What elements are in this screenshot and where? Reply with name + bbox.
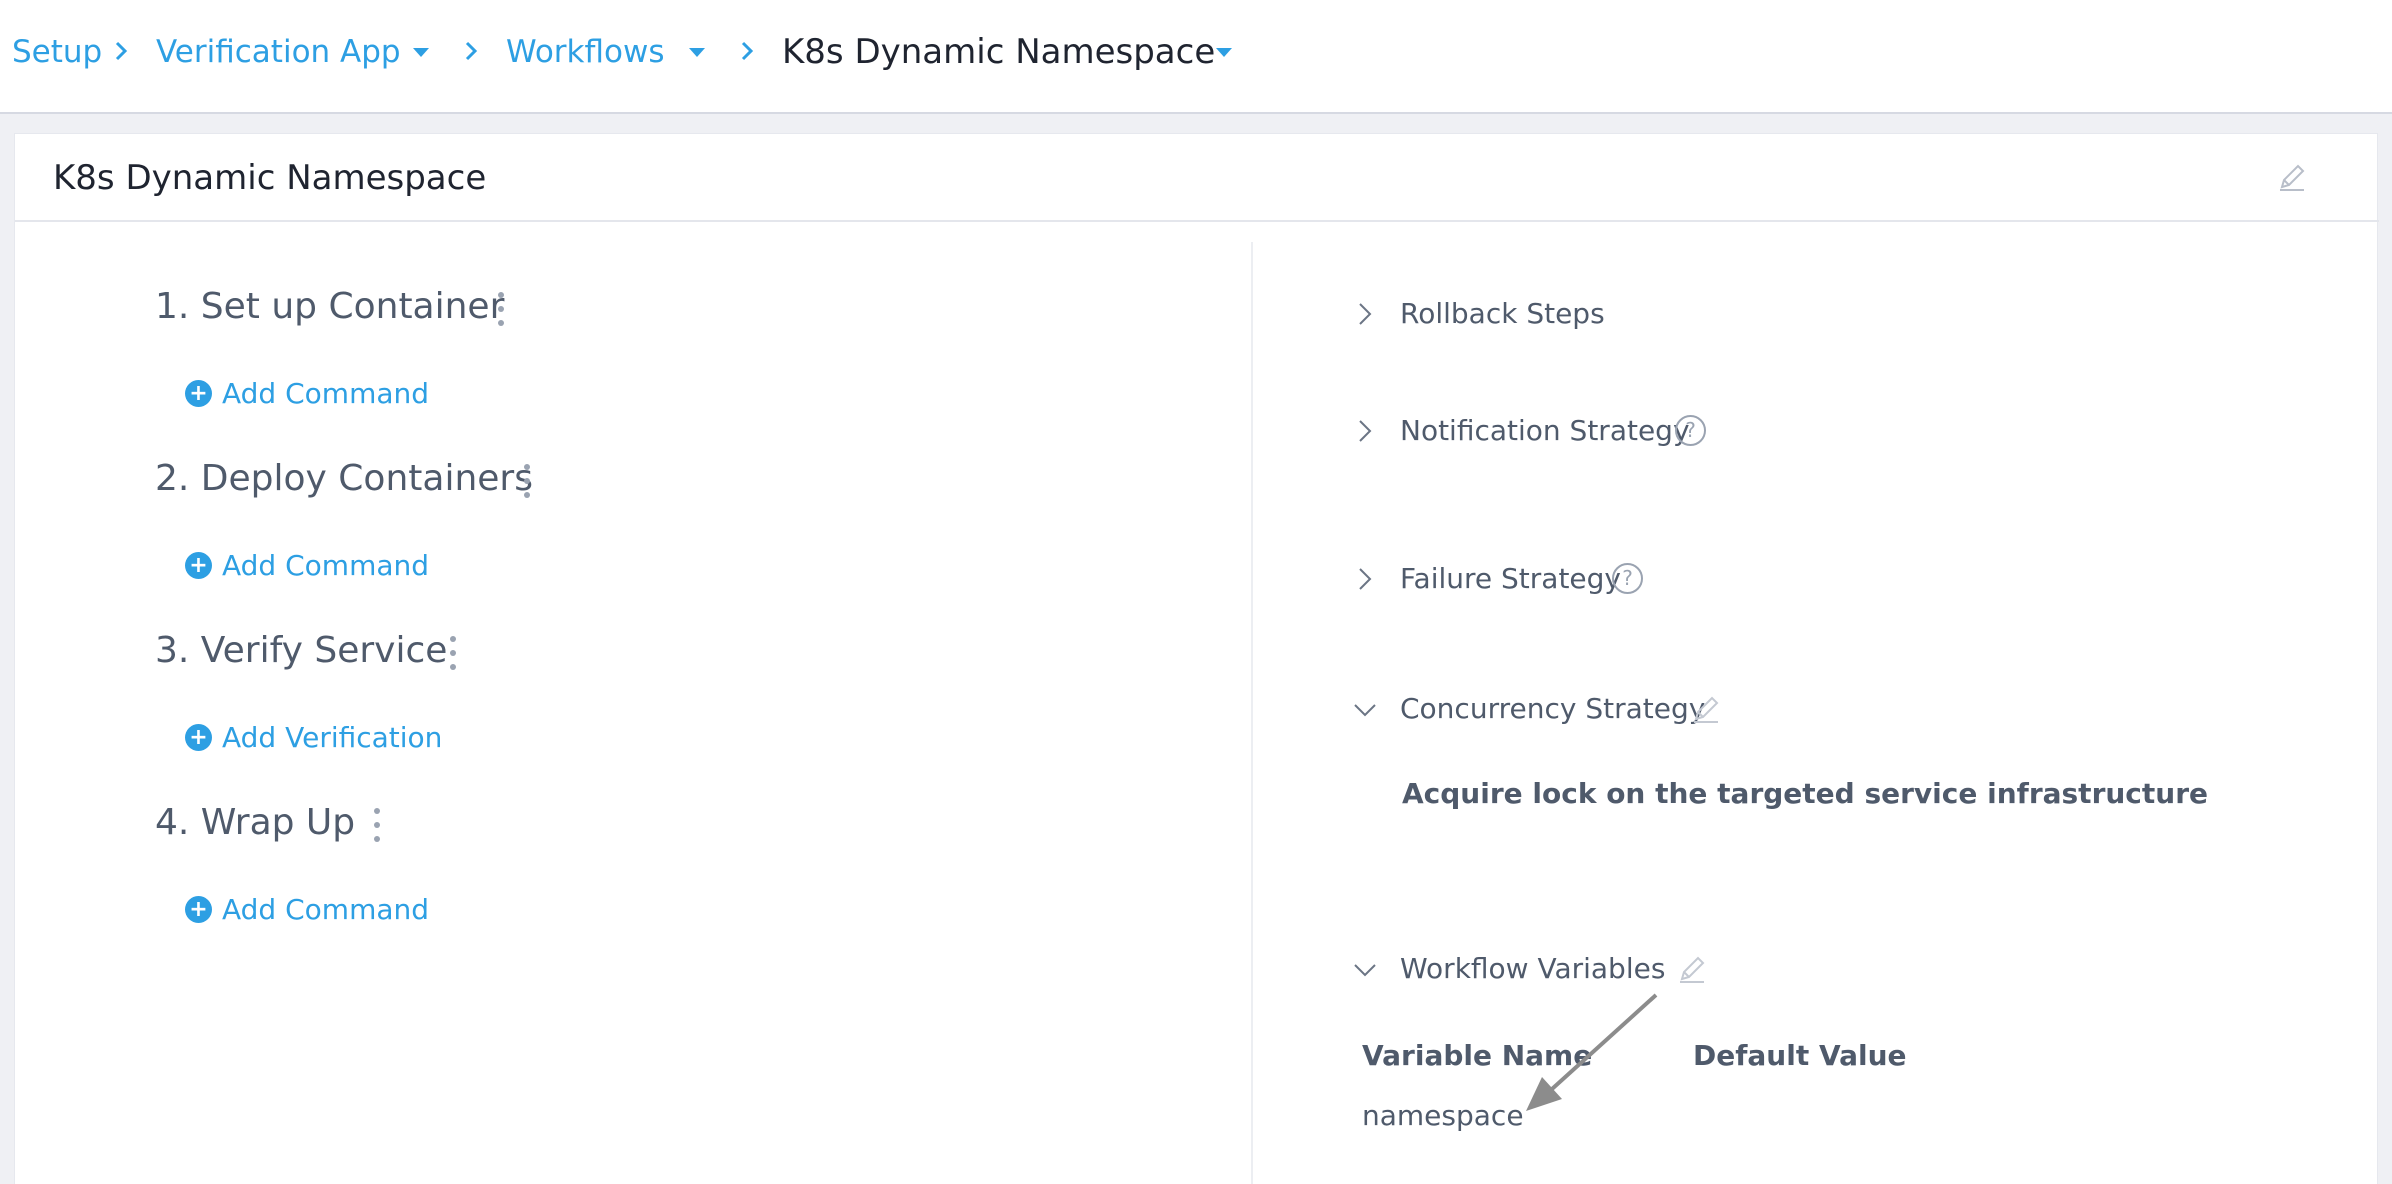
breadcrumb: Setup Verification App Workflows K8s Dyn… (0, 0, 2392, 114)
chevron-down-icon[interactable] (1353, 958, 1377, 982)
breadcrumb-app-link[interactable]: Verification App (156, 28, 401, 76)
rollback-steps-header[interactable]: Rollback Steps (1400, 294, 1605, 334)
add-command-label: Add Command (222, 892, 430, 926)
step-title[interactable]: 4. Wrap Up (155, 798, 355, 848)
card-header: K8s Dynamic Namespace (15, 134, 2379, 222)
add-verification-link[interactable]: + Add Verification (185, 717, 442, 757)
add-command-link[interactable]: + Add Command (185, 373, 429, 413)
step-title[interactable]: 3. Verify Service (155, 626, 447, 676)
add-command-label: Add Command (222, 376, 430, 410)
chevron-right-icon[interactable] (1353, 567, 1377, 591)
help-icon[interactable]: ? (1612, 563, 1643, 594)
step-title[interactable]: 1. Set up Container (155, 282, 504, 332)
kebab-menu-icon[interactable] (371, 808, 383, 842)
breadcrumb-setup-link[interactable]: Setup (12, 28, 102, 76)
annotation-arrow (1526, 993, 1658, 1111)
chevron-right-icon (465, 41, 478, 61)
help-icon[interactable]: ? (1675, 415, 1706, 446)
add-command-link[interactable]: + Add Command (185, 889, 429, 929)
kebab-menu-icon[interactable] (447, 636, 459, 670)
pencil-icon[interactable] (1677, 954, 1707, 984)
add-command-link[interactable]: + Add Command (185, 545, 429, 585)
column-divider (1251, 242, 1253, 1184)
chevron-right-icon (741, 41, 754, 61)
pencil-icon[interactable] (2277, 162, 2307, 192)
caret-down-icon[interactable] (413, 48, 429, 58)
plus-circle-icon: + (185, 895, 212, 923)
breadcrumb-workflows-link[interactable]: Workflows (506, 28, 665, 76)
variable-name-cell: namespace (1362, 1099, 1524, 1132)
plus-circle-icon: + (185, 551, 212, 579)
caret-down-icon[interactable] (1216, 48, 1232, 58)
chevron-right-icon[interactable] (1353, 419, 1377, 443)
add-verification-label: Add Verification (222, 720, 443, 754)
add-command-label: Add Command (222, 548, 430, 582)
chevron-right-icon[interactable] (1353, 302, 1377, 326)
chevron-down-icon[interactable] (1353, 698, 1377, 722)
plus-circle-icon: + (185, 379, 212, 407)
page-title: K8s Dynamic Namespace (53, 158, 487, 198)
caret-down-icon[interactable] (689, 48, 705, 58)
chevron-right-icon (115, 41, 128, 61)
notification-strategy-header[interactable]: Notification Strategy (1400, 411, 1690, 451)
breadcrumb-current: K8s Dynamic Namespace (782, 32, 1216, 72)
plus-circle-icon: + (185, 723, 212, 751)
kebab-menu-icon[interactable] (521, 464, 533, 498)
workflow-card: K8s Dynamic Namespace 1. Set up Containe… (14, 133, 2379, 1184)
workflow-variables-header[interactable]: Workflow Variables (1400, 949, 1665, 989)
step-title[interactable]: 2. Deploy Containers (155, 454, 533, 504)
default-value-column-header: Default Value (1693, 1039, 1907, 1072)
concurrency-strategy-header[interactable]: Concurrency Strategy (1400, 689, 1705, 729)
concurrency-strategy-value: Acquire lock on the targeted service inf… (1402, 777, 2209, 810)
failure-strategy-header[interactable]: Failure Strategy (1400, 559, 1621, 599)
kebab-menu-icon[interactable] (495, 292, 507, 326)
pencil-icon[interactable] (1691, 694, 1721, 724)
